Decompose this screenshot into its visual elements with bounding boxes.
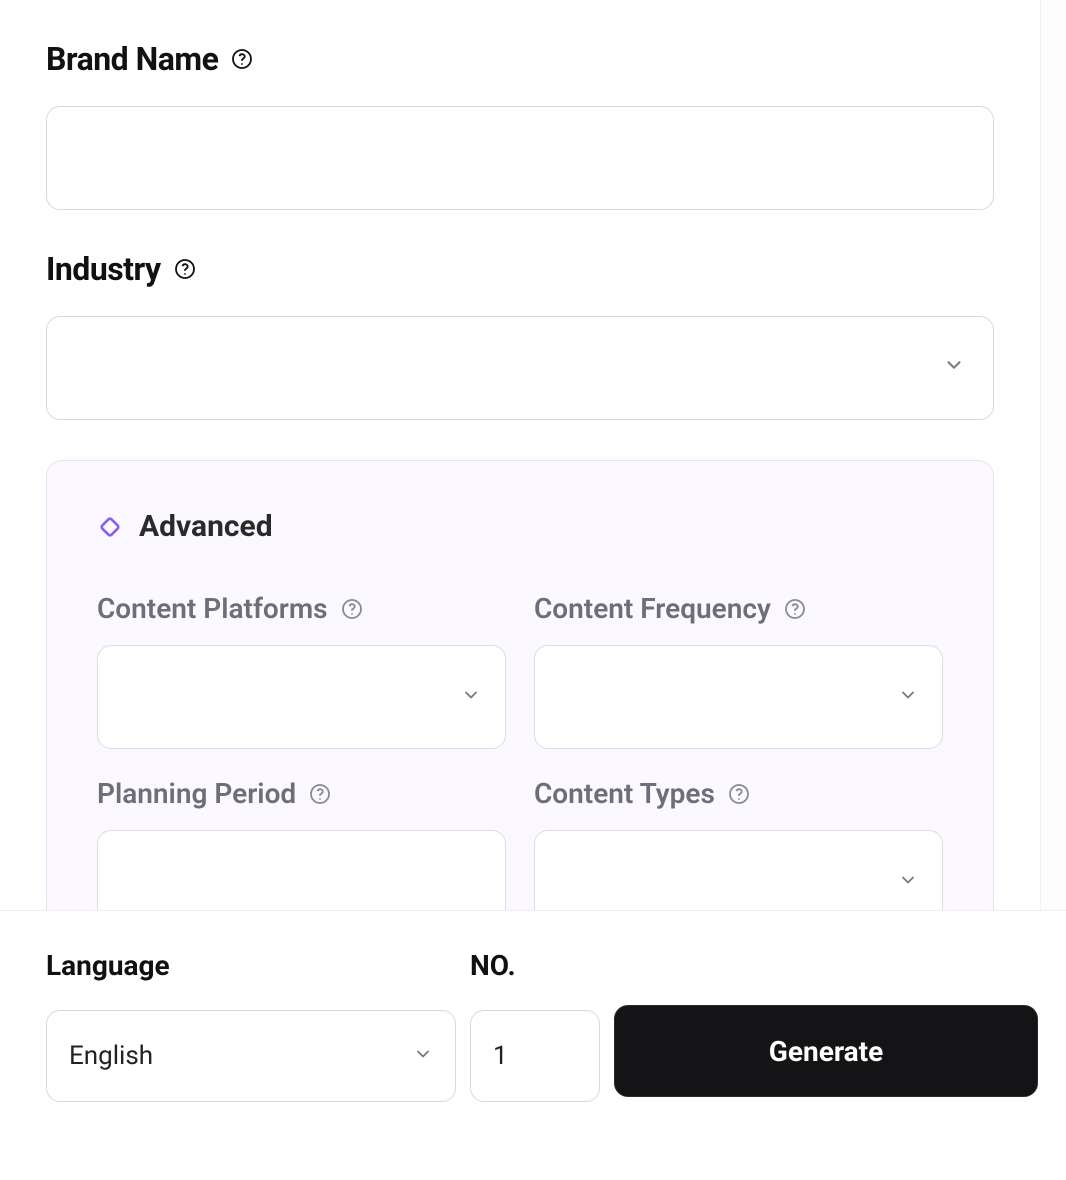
chevron-down-icon [461, 685, 481, 709]
planning-period-group: Planning Period [97, 777, 506, 910]
help-icon[interactable] [727, 782, 751, 806]
content-frequency-select[interactable] [534, 645, 943, 749]
brand-name-label: Brand Name [46, 40, 218, 78]
help-icon[interactable] [230, 47, 254, 71]
chevron-down-icon [898, 870, 918, 894]
chevron-down-icon [898, 685, 918, 709]
help-icon[interactable] [783, 597, 807, 621]
planning-period-label: Planning Period [97, 777, 296, 810]
help-icon[interactable] [173, 257, 197, 281]
chevron-down-icon [943, 353, 965, 383]
advanced-grid: Content Platforms [97, 592, 943, 910]
diamond-icon [97, 514, 123, 540]
number-group: NO. 1 [470, 949, 600, 1102]
planning-period-input[interactable] [97, 830, 506, 910]
number-value: 1 [493, 1041, 508, 1071]
content-frequency-label: Content Frequency [534, 592, 771, 625]
industry-group: Industry [46, 250, 994, 420]
content-frequency-label-row: Content Frequency [534, 592, 943, 625]
brand-name-group: Brand Name [46, 40, 994, 210]
language-group: Language English [46, 949, 456, 1102]
number-input[interactable]: 1 [470, 1010, 600, 1102]
language-select[interactable]: English [46, 1010, 456, 1102]
content-types-label-row: Content Types [534, 777, 943, 810]
chevron-down-icon [413, 1041, 433, 1071]
industry-select[interactable] [46, 316, 994, 420]
footer-bar: Language English NO. 1 Generate [0, 910, 1066, 1180]
advanced-title: Advanced [139, 509, 273, 544]
content-types-label: Content Types [534, 777, 715, 810]
help-icon[interactable] [308, 782, 332, 806]
form-scroll: Brand Name Industry [0, 0, 1040, 910]
scrollbar-track[interactable] [1040, 0, 1066, 910]
advanced-header: Advanced [97, 509, 943, 544]
content-types-group: Content Types [534, 777, 943, 910]
content-platforms-label: Content Platforms [97, 592, 328, 625]
content-platforms-label-row: Content Platforms [97, 592, 506, 625]
industry-label: Industry [46, 250, 161, 288]
generate-group: Generate [614, 949, 1038, 1097]
language-label: Language [46, 949, 456, 982]
generate-button[interactable]: Generate [614, 1005, 1038, 1097]
industry-label-row: Industry [46, 250, 994, 288]
brand-name-label-row: Brand Name [46, 40, 994, 78]
number-label: NO. [470, 949, 600, 982]
planning-period-label-row: Planning Period [97, 777, 506, 810]
content-platforms-group: Content Platforms [97, 592, 506, 749]
language-value: English [69, 1041, 153, 1071]
help-icon[interactable] [340, 597, 364, 621]
brand-name-input[interactable] [46, 106, 994, 210]
content-frequency-group: Content Frequency [534, 592, 943, 749]
generate-label: Generate [769, 1035, 883, 1068]
content-types-select[interactable] [534, 830, 943, 910]
form-page: Brand Name Industry [0, 0, 1066, 1180]
content-platforms-select[interactable] [97, 645, 506, 749]
advanced-section: Advanced Content Platforms [46, 460, 994, 910]
